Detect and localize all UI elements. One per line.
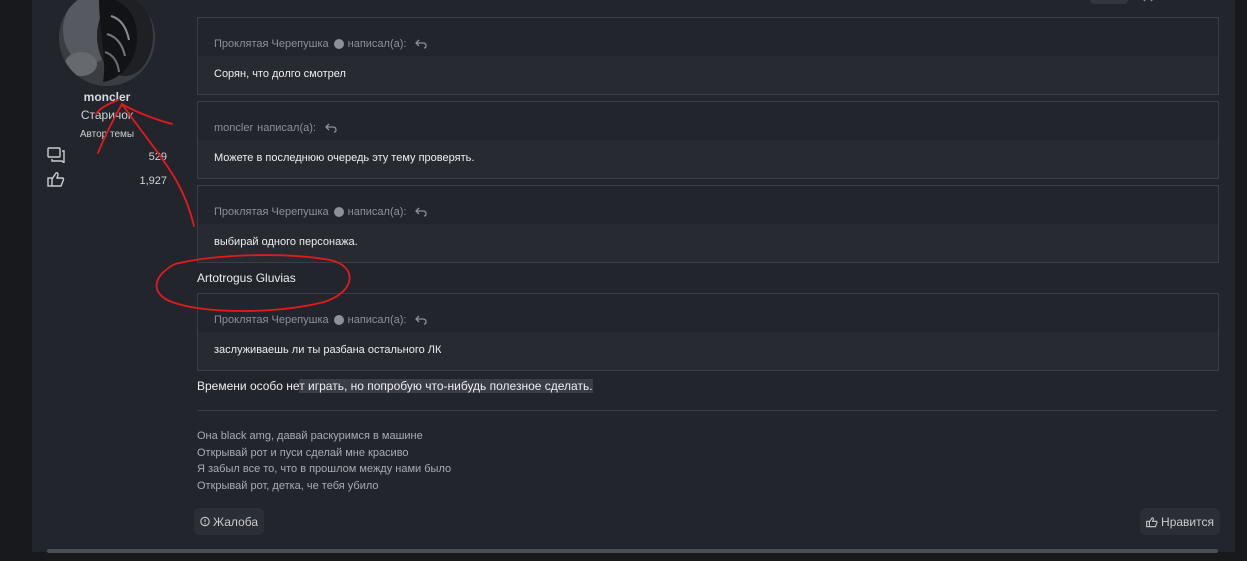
signature-line: Я забыл все то, что в прошлом между нами… <box>197 463 452 476</box>
quote-block: moncler написал(а): Можете в последнюю о… <box>197 101 1219 179</box>
signature: Она black amg, давай раскуримся в машине… <box>197 428 451 495</box>
quote-header[interactable]: moncler написал(а): <box>198 102 1218 140</box>
signature-line: Открывай рот, детка, че тебя убило <box>197 480 379 493</box>
report-label: Жалоба <box>213 514 258 529</box>
reply-arrow-icon[interactable] <box>415 207 428 217</box>
quote-header[interactable]: Проклятая Черепушка написал(а): <box>198 294 1218 332</box>
quote-body: выбирай одного персонажа. <box>198 224 1218 262</box>
selected-text: т играть, но попробую что-нибудь полезно… <box>299 379 593 393</box>
author-username[interactable]: moncler <box>47 90 167 104</box>
thumbs-up-icon <box>47 172 65 187</box>
messages-count: 529 <box>148 151 167 163</box>
quote-author[interactable]: Проклятая Черепушка <box>214 206 329 218</box>
signature-line: Открывай рот и пуси сделай мне красиво <box>197 446 409 459</box>
warning-circle-icon <box>200 516 210 527</box>
thumbs-up-icon <box>1146 516 1158 527</box>
quote-said: написал(а): <box>347 313 407 326</box>
signature-divider <box>197 410 1217 411</box>
quote-header[interactable]: Проклятая Черепушка написал(а): <box>198 18 1218 56</box>
reply-text-part: Времени особо не <box>197 379 300 393</box>
report-button[interactable]: Жалоба <box>194 508 264 535</box>
quote-body: Сорян, что долго смотрел <box>198 56 1218 94</box>
reply-arrow-icon[interactable] <box>415 39 428 49</box>
author-title: Старичок <box>80 108 134 122</box>
emoji-icon <box>333 206 344 217</box>
quote-author[interactable]: Проклятая Черепушка <box>214 314 329 326</box>
quote-body: Можете в последнюю очередь эту тему пров… <box>198 140 1218 178</box>
quote-header[interactable]: Проклятая Черепушка написал(а): <box>198 186 1218 224</box>
like-label: Нравится <box>1161 514 1214 529</box>
reply-text: Artotrogus Gluvias <box>197 271 296 285</box>
emoji-icon <box>333 38 344 49</box>
signature-line: Она black amg, давай раскуримся в машине <box>197 430 423 442</box>
share-icon[interactable] <box>1143 0 1153 2</box>
author-badge: Автор темы <box>79 129 135 140</box>
emoji-icon <box>333 314 344 325</box>
quote-body: заслуживаешь ли ты разбана остального ЛК <box>198 332 1218 370</box>
quote-block: Проклятая Черепушка написал(а): выбирай … <box>197 185 1219 263</box>
reply-text: Времени особо нет играть, но попробую чт… <box>197 379 593 393</box>
quote-block: Проклятая Черепушка написал(а): Сорян, ч… <box>197 17 1219 95</box>
next-post-edge <box>47 549 1218 553</box>
quote-said: написал(а): <box>347 205 407 218</box>
speech-bubbles-icon <box>47 147 65 163</box>
reply-arrow-icon[interactable] <box>325 123 337 133</box>
quote-said: написал(а): <box>257 121 316 134</box>
quote-author[interactable]: moncler <box>214 122 253 134</box>
like-button[interactable]: Нравится <box>1140 508 1220 535</box>
top-action-button[interactable] <box>1090 0 1128 4</box>
reply-arrow-icon[interactable] <box>415 315 428 325</box>
quote-author[interactable]: Проклятая Черепушка <box>214 38 329 50</box>
quote-block: Проклятая Черепушка написал(а): заслужив… <box>197 293 1219 371</box>
quote-said: написал(а): <box>347 37 407 50</box>
reactions-count: 1,927 <box>139 175 167 187</box>
